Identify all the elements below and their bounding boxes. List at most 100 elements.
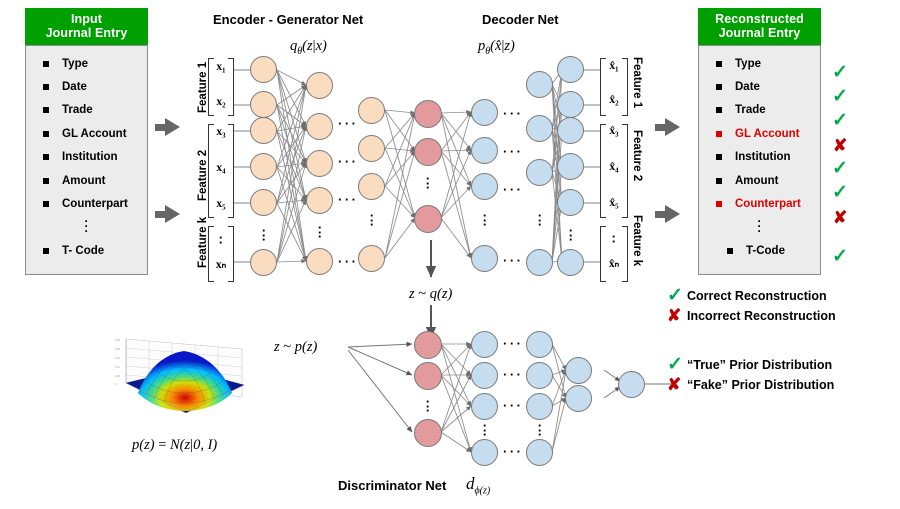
input-to-encoder-arrow-top: [155, 118, 180, 136]
discriminator-hdots-2: ···: [503, 367, 524, 382]
input-item-date: Date: [26, 75, 147, 98]
legend-row-incorrect: ✘ Incorrect Reconstruction: [667, 307, 836, 324]
encoder-formula: qθ(z|x): [290, 38, 327, 57]
bullet-icon: [716, 130, 722, 137]
output-item-gl-account: GL Account: [699, 122, 820, 145]
output-item-t-code: T-Code: [699, 240, 820, 263]
output-panel-header: Reconstructed Journal Entry: [698, 8, 821, 45]
bullet-icon: [43, 201, 49, 208]
encoder-hdots-1: ···: [338, 116, 359, 131]
bullet-icon: [43, 107, 49, 114]
arrow-head-icon: [165, 205, 180, 223]
bullet-icon: [716, 177, 722, 184]
input-item-institution: Institution: [26, 146, 147, 169]
bullet-icon: [43, 60, 49, 67]
decoder-l2-ellipsis: · · ·: [537, 208, 543, 232]
decoder-formula: pθ(x̂|z): [478, 38, 515, 57]
discriminator-hdots-4: ···: [503, 444, 524, 459]
sample-p-formula: z ~ p(z): [274, 339, 318, 355]
legend-label: Correct Reconstruction: [687, 288, 827, 303]
decoder-l1-ellipsis: · · ·: [482, 208, 488, 232]
encoder-node-l3-3: [358, 173, 385, 200]
discriminator-node-in-2: [414, 362, 442, 390]
output-item-amount: Amount: [699, 169, 820, 192]
encoder-hdots-3: ···: [338, 192, 359, 207]
svg-text:0.15: 0.15: [115, 356, 121, 360]
discriminator-node-l3-1: [565, 357, 592, 384]
input-item-label: Trade: [62, 104, 93, 117]
discriminator-in-ellipsis: · · ·: [425, 394, 431, 418]
discriminator-l2-ellipsis: · · ·: [537, 418, 543, 442]
decoder-node-l1-3: [471, 173, 498, 200]
input-item-label: T- Code: [62, 245, 105, 258]
encoder-node-l3-n: [358, 245, 385, 272]
encoder-node-l2-3: [306, 150, 333, 177]
mark-check-trade: ✓: [832, 110, 848, 131]
discriminator-node-output: [618, 371, 645, 398]
bullet-icon: [716, 60, 722, 67]
gaussian-surface-svg: 0.20 0.18 0.15 0.10 0.05 0: [115, 338, 245, 414]
input-item-amount: Amount: [26, 169, 147, 192]
output-item-label: Institution: [735, 151, 791, 164]
encoder-node-l2-4: [306, 187, 333, 214]
mark-check-institution: ✓: [832, 158, 848, 179]
feature-label-right-1: Feature 1: [631, 57, 643, 109]
output-item-date: Date: [699, 75, 820, 98]
input-vector-x4: x₄: [216, 162, 226, 174]
input-item-trade: Trade: [26, 99, 147, 122]
output-item-counterpart: Counterpart: [699, 192, 820, 215]
arrow-tail: [655, 123, 665, 131]
input-item-label: Counterpart: [62, 198, 128, 211]
input-item-label: Amount: [62, 174, 106, 187]
bullet-icon: [716, 84, 722, 91]
output-vector-x3: x̂₃: [609, 125, 619, 137]
discriminator-node-in-1: [414, 331, 442, 359]
arrow-tail: [655, 210, 665, 218]
output-panel-title-line1: Reconstructed: [715, 12, 804, 26]
latent-ellipsis: · · ·: [425, 171, 431, 195]
input-vector-x3: x₃: [216, 126, 226, 138]
discriminator-node-l2-3: [526, 393, 553, 420]
decoder-node-l2-3: [526, 159, 553, 186]
encoder-node-l2-2: [306, 113, 333, 140]
bullet-icon: [43, 154, 49, 161]
legend-reconstruction: ✓ Correct Reconstruction ✘ Incorrect Rec…: [667, 286, 836, 324]
output-item-label: Type: [735, 57, 761, 70]
discriminator-node-l1-2: [471, 362, 498, 389]
svg-text:0.05: 0.05: [115, 374, 121, 378]
discriminator-hdots-3: ···: [503, 398, 524, 413]
input-vector-xn: xₙ: [215, 259, 227, 271]
cross-icon: ✘: [667, 375, 682, 394]
output-vector-xn: x̂ₙ: [608, 258, 620, 270]
input-item-label: Date: [62, 81, 87, 94]
legend-row-correct: ✓ Correct Reconstruction: [667, 286, 836, 305]
bullet-icon: [43, 177, 49, 184]
bullet-icon: [716, 107, 722, 114]
encoder-node-l1-1: [250, 56, 277, 83]
legend-row-fake-prior: ✘ “Fake” Prior Distribution: [667, 376, 834, 393]
output-vector-bracket-2: x̂₃ x̂₄ x̂₅: [600, 124, 628, 218]
encoder-hdots-4: ···: [338, 254, 359, 269]
input-item-type: Type: [26, 52, 147, 75]
bullet-icon: [716, 154, 722, 161]
input-vector-x5: x₅: [216, 198, 226, 210]
output-vector-bracket-1: x̂₁ x̂₂: [600, 58, 628, 116]
input-journal-entry-panel: Input Journal Entry Type Date Trade GL A…: [25, 8, 148, 275]
discriminator-node-l2-2: [526, 362, 553, 389]
arrow-tail: [155, 123, 165, 131]
discriminator-node-l2-n: [526, 439, 553, 466]
legend-label: “Fake” Prior Distribution: [687, 377, 835, 392]
decoder-hdots-3: ···: [503, 182, 524, 197]
arrow-tail: [155, 210, 165, 218]
encoder-node-l1-3: [250, 117, 277, 144]
mark-check-date: ✓: [832, 86, 848, 107]
legend-row-true-prior: ✓ “True” Prior Distribution: [667, 355, 834, 374]
svg-text:0.10: 0.10: [115, 365, 121, 369]
mark-cross-gl-account: ✘: [833, 136, 848, 155]
input-item-counterpart: Counterpart: [26, 192, 147, 215]
bullet-icon: [43, 248, 49, 255]
output-item-label: T-Code: [746, 245, 785, 258]
encoder-node-l1-5: [250, 189, 277, 216]
decoder-node-l2-n: [526, 249, 553, 276]
encoder-node-l1-4: [250, 153, 277, 180]
